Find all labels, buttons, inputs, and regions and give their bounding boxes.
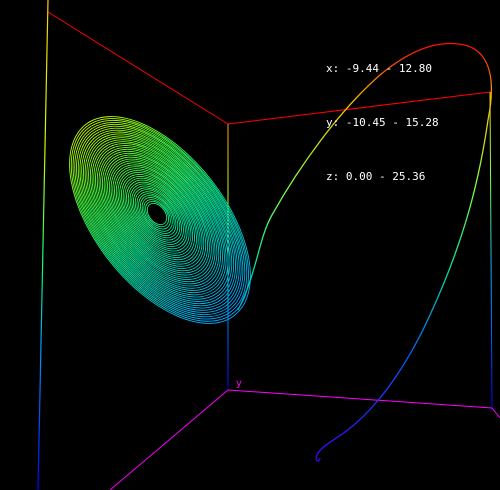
range-readout-y: y: -10.45 - 15.28 <box>326 116 439 129</box>
bounding-box-left-post <box>37 0 49 490</box>
range-readout: x: -9.44 - 12.80 y: -10.45 - 15.28 z: 0.… <box>326 24 439 222</box>
bounding-box-right-post <box>489 91 493 411</box>
range-readout-z: z: 0.00 - 25.36 <box>326 170 426 183</box>
plot-viewport[interactable]: y x: -9.44 - 12.80 y: -10.45 - 15.28 z: … <box>0 0 500 490</box>
attractor-spiral-lobe <box>69 116 251 324</box>
bounding-box-floor-edges <box>109 389 500 490</box>
range-readout-x: x: -9.44 - 12.80 <box>326 62 432 75</box>
axis-label-y: y <box>236 378 242 389</box>
